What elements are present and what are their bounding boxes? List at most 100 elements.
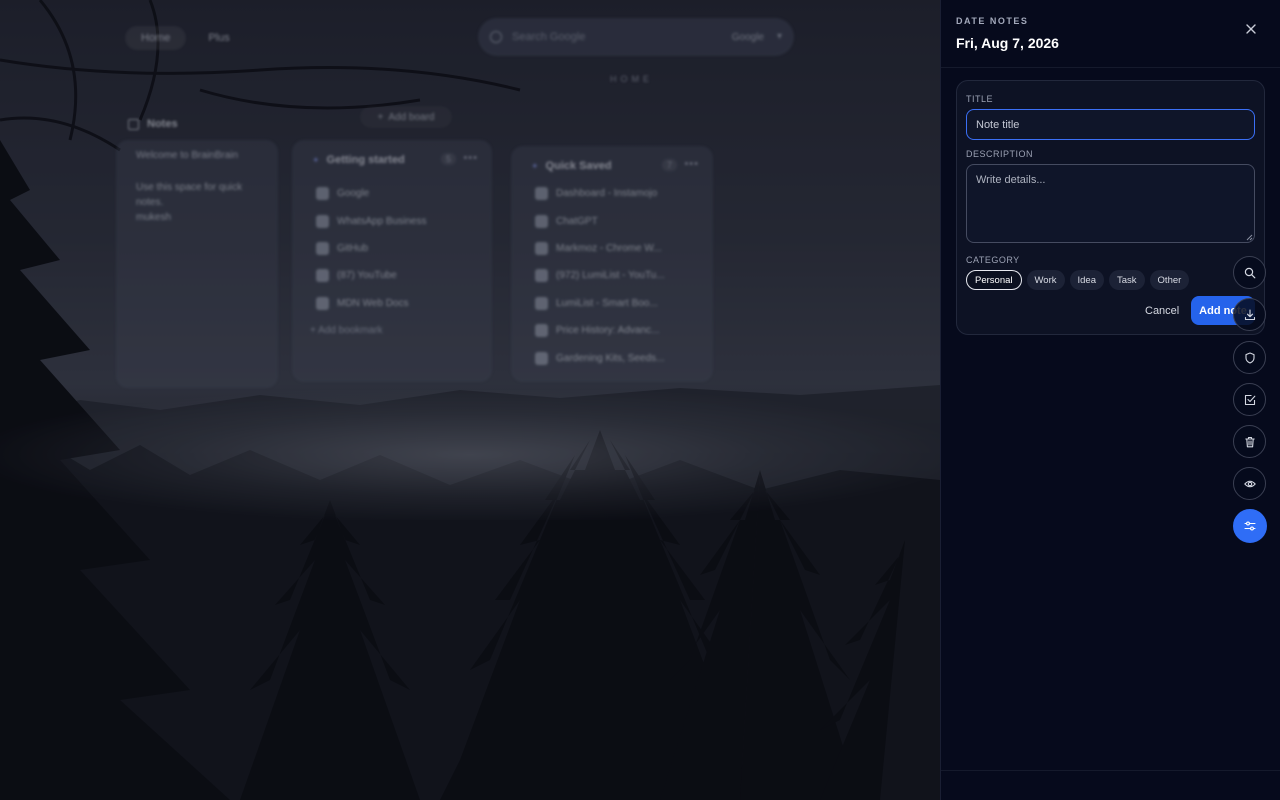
home-label: HOME (610, 74, 653, 84)
shield-button[interactable] (1233, 341, 1266, 374)
favicon-icon (316, 296, 329, 310)
tab-home[interactable]: Home (125, 26, 187, 50)
favicon-icon (316, 214, 329, 228)
tab-plus[interactable]: Plus (192, 26, 245, 50)
footer-divider (941, 770, 1280, 771)
bookmark-item[interactable]: LumiList - Smart Boo... (535, 290, 665, 317)
trash-icon (1244, 436, 1255, 447)
favicon-icon (316, 241, 329, 255)
favicon-icon (535, 296, 548, 310)
download-icon (1244, 308, 1255, 320)
title-label: TITLE (966, 94, 994, 104)
board-title: Quick Saved (545, 160, 612, 172)
description-label: DESCRIPTION (966, 149, 1034, 159)
bookmark-item[interactable]: (87) YouTube (316, 262, 427, 289)
favicon-icon (535, 214, 548, 228)
bookmark-label: GitHub (337, 242, 369, 254)
board-count-badge: 5 (440, 153, 456, 165)
bookmark-label: LumiList - Smart Boo... (556, 297, 658, 309)
header-divider (941, 67, 1280, 68)
resize-handle-icon[interactable] (1245, 233, 1253, 241)
quick-saved-board: ✦ Quick Saved 7 ••• Dashboard - Instamoj… (511, 146, 713, 382)
bookmark-item[interactable]: GitHub (316, 235, 427, 262)
bookmark-item[interactable]: WhatsApp Business (316, 207, 427, 234)
board-header: ✦ Getting started (312, 154, 405, 166)
add-board-label: Add board (388, 111, 435, 123)
search-button[interactable] (1233, 256, 1266, 289)
add-bookmark-label: Add bookmark (318, 325, 383, 336)
board-header: ✦ Quick Saved (531, 160, 612, 172)
sliders-icon (1244, 521, 1256, 531)
bookmarks-board: ✦ Getting started 5 ••• Google WhatsApp … (292, 140, 492, 382)
category-chip-other[interactable]: Other (1149, 270, 1190, 290)
notes-header-label: Notes (147, 118, 178, 130)
bookmark-label: WhatsApp Business (337, 215, 427, 227)
favicon-icon (535, 351, 548, 365)
bookmark-label: MDN Web Docs (337, 297, 409, 309)
checkbox-icon (1244, 394, 1255, 405)
bookmark-item[interactable]: Gardening Kits, Seeds... (535, 344, 665, 371)
cancel-button[interactable]: Cancel (1145, 305, 1179, 317)
panel-eyebrow: DATE NOTES (956, 16, 1029, 26)
category-chip-work[interactable]: Work (1026, 270, 1065, 290)
search-bar[interactable]: Search Google Google (478, 18, 794, 56)
close-button[interactable] (1241, 19, 1261, 39)
bookmark-label: ChatGPT (556, 215, 598, 227)
background-scene: Home Plus Search Google Google HOME Note… (0, 0, 940, 800)
search-engine-select[interactable]: Google (732, 31, 783, 43)
add-note-form: TITLE DESCRIPTION CATEGORY Personal Work… (956, 80, 1265, 335)
notes-body[interactable]: Use this space for quick notes. mukesh (136, 180, 256, 225)
date-notes-panel: DATE NOTES Fri, Aug 7, 2026 TITLE DESCRI… (940, 0, 1280, 800)
favicon-icon (535, 187, 548, 201)
favicon-icon (316, 187, 329, 201)
favicon-icon (535, 324, 548, 338)
star-icon: ✦ (531, 160, 539, 171)
category-chip-personal[interactable]: Personal (966, 270, 1022, 290)
search-icon (1244, 267, 1255, 278)
bookmark-item[interactable]: Price History: Advanc... (535, 317, 665, 344)
note-title-input[interactable] (966, 109, 1255, 140)
bookmark-item[interactable]: Dashboard - Instamojo (535, 180, 665, 207)
search-icon (490, 31, 502, 43)
top-bar: Home Plus Search Google Google HOME (0, 0, 940, 90)
notes-header: Notes (128, 118, 178, 130)
more-icon[interactable]: ••• (684, 158, 699, 170)
category-label: CATEGORY (966, 255, 1020, 265)
notes-welcome: Welcome to BrainBrain (136, 150, 239, 161)
board-title: Getting started (326, 154, 405, 166)
category-chips: Personal Work Idea Task Other (966, 270, 1190, 290)
favicon-icon (316, 269, 329, 283)
tasks-button[interactable] (1233, 383, 1266, 416)
bookmark-item[interactable]: Google (316, 180, 427, 207)
favicon-icon (535, 241, 548, 255)
star-icon: ✦ (312, 154, 320, 165)
panel-date-title: Fri, Aug 7, 2026 (956, 35, 1059, 51)
bookmark-item[interactable]: (972) LumiList - YouTu... (535, 262, 665, 289)
note-description-input[interactable] (966, 164, 1255, 243)
bookmark-label: (87) YouTube (337, 270, 397, 282)
page-tabs: Home Plus (125, 26, 246, 50)
download-button[interactable] (1233, 298, 1266, 331)
bookmark-label: Price History: Advanc... (556, 325, 660, 337)
bookmark-item[interactable]: ChatGPT (535, 207, 665, 234)
preview-button[interactable] (1233, 467, 1266, 500)
bookmark-list: Dashboard - Instamojo ChatGPT Markmoz - … (535, 180, 665, 372)
bookmark-item[interactable]: MDN Web Docs (316, 290, 427, 317)
bookmark-label: Gardening Kits, Seeds... (556, 352, 665, 364)
bookmark-label: (972) LumiList - YouTu... (556, 270, 665, 282)
add-bookmark-button[interactable]: + Add bookmark (310, 325, 383, 336)
board-count-badge: 7 (661, 159, 677, 171)
category-chip-task[interactable]: Task (1109, 270, 1145, 290)
eye-icon (1243, 480, 1256, 487)
plus-icon: + (377, 111, 384, 123)
search-input[interactable]: Search Google (512, 31, 722, 43)
bookmark-list: Google WhatsApp Business GitHub (87) You… (316, 180, 427, 317)
add-board-button[interactable]: + Add board (360, 106, 452, 128)
settings-button[interactable] (1233, 509, 1267, 543)
trash-button[interactable] (1233, 425, 1266, 458)
bookmark-label: Google (337, 188, 370, 200)
shield-icon (1244, 351, 1255, 364)
more-icon[interactable]: ••• (463, 152, 478, 164)
bookmark-item[interactable]: Markmoz - Chrome W... (535, 235, 665, 262)
category-chip-idea[interactable]: Idea (1069, 270, 1104, 290)
